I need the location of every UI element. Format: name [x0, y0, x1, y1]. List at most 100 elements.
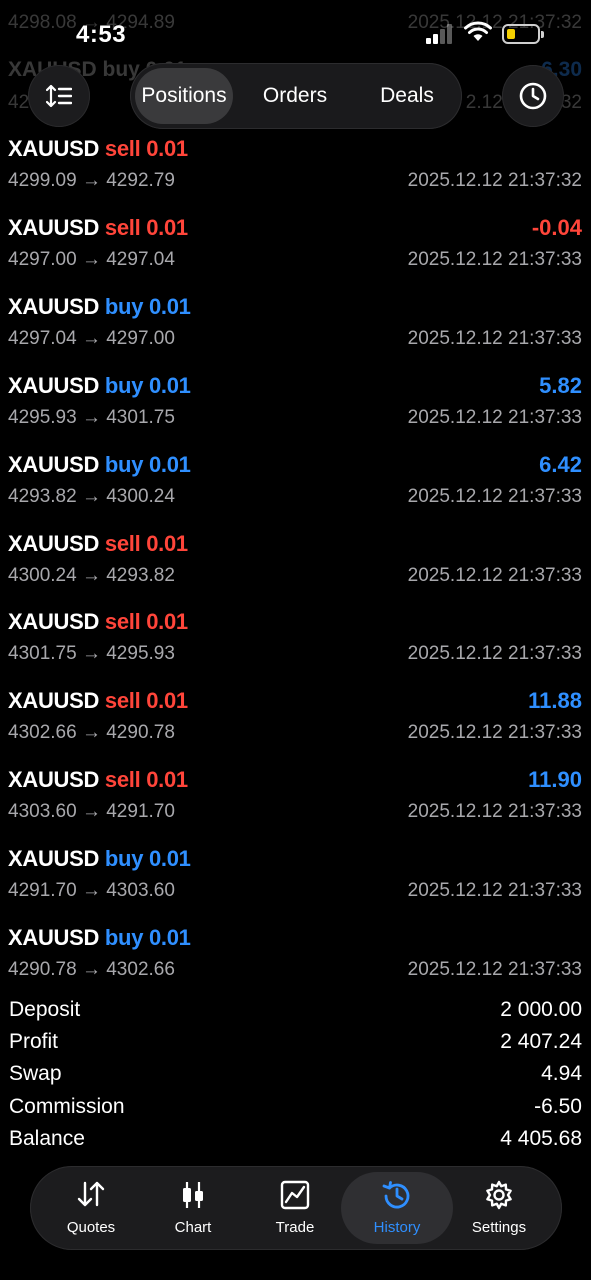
- deal-volume: 0.01: [146, 531, 188, 556]
- deal-volume: 0.01: [146, 688, 188, 713]
- deal-time: 2025.12.12 21:37:33: [407, 801, 582, 822]
- tab-label: Settings: [471, 1219, 527, 1236]
- deal-title: XAUUSD sell 0.01: [8, 215, 188, 241]
- deal-time: 2025.12.12 21:37:33: [407, 959, 582, 980]
- deal-side: buy: [104, 373, 144, 398]
- deal-volume: 0.01: [146, 609, 188, 634]
- deal-time: 2025.12.12 21:37:32: [407, 170, 582, 191]
- deal-row[interactable]: XAUUSD buy 0.01 4290.78 → 4302.66 2025.12.…: [0, 925, 591, 1004]
- tab-bar: Quotes Chart Trade History Settings: [30, 1166, 562, 1250]
- deal-profit: 5.82: [539, 373, 582, 398]
- deal-volume: 0.01: [146, 767, 188, 792]
- sort-button[interactable]: [28, 65, 90, 127]
- deal-volume: 0.01: [148, 452, 191, 477]
- deal-prices: 4297.00 → 4297.04: [8, 249, 175, 270]
- deal-symbol: XAUUSD: [8, 925, 100, 950]
- history-icon: [382, 1181, 410, 1209]
- summary-label: Profit: [9, 1030, 59, 1053]
- segment-positions[interactable]: Positions: [135, 68, 233, 124]
- summary-row-deposit: Deposit 2 000.00: [0, 998, 591, 1030]
- deal-row[interactable]: XAUUSD sell 0.01 -0.04 4297.00 → 4297.04 20…: [0, 215, 591, 294]
- gear-icon: [486, 1180, 512, 1210]
- deal-side: buy: [104, 846, 144, 871]
- cellular-signal-icon: [426, 24, 454, 44]
- summary-label: Balance: [9, 1127, 85, 1150]
- deal-profit: 11.90: [528, 767, 582, 792]
- tab-settings[interactable]: Settings: [447, 1172, 551, 1244]
- deal-prices: 4302.66 → 4290.78: [8, 722, 175, 743]
- segment-deals[interactable]: Deals: [358, 68, 456, 124]
- tab-label: Chart: [174, 1219, 212, 1236]
- deal-side: sell: [104, 531, 141, 556]
- deal-symbol: XAUUSD: [8, 688, 100, 713]
- deal-title: XAUUSD buy 0.01: [8, 846, 191, 872]
- tab-chart[interactable]: Chart: [141, 1172, 245, 1244]
- deal-title: XAUUSD buy 0.01: [8, 925, 191, 951]
- deal-title: XAUUSD buy 0.01: [8, 294, 191, 320]
- deal-row[interactable]: XAUUSD buy 0.01 6.42 4293.82 → 4300.24 2025…: [0, 452, 591, 531]
- deal-symbol: XAUUSD: [8, 452, 100, 477]
- deal-volume: 0.01: [148, 373, 191, 398]
- deal-title: XAUUSD buy 0.01: [8, 452, 191, 478]
- deal-row[interactable]: XAUUSD buy 0.01 5.82 4295.93 → 4301.75 2025…: [0, 373, 591, 452]
- deal-prices: 4291.70 → 4303.60: [8, 880, 175, 901]
- deal-row[interactable]: XAUUSD sell 0.01 4300.24 → 4293.82 2025.12…: [0, 531, 591, 610]
- deal-symbol: XAUUSD: [8, 215, 100, 240]
- deal-title: XAUUSD sell 0.01: [8, 136, 188, 162]
- deal-time: 2025.12.12 21:37:33: [407, 328, 582, 349]
- deal-row[interactable]: XAUUSD buy 0.01 4297.04 → 4297.00 2025.12.…: [0, 294, 591, 373]
- summary-value: 4.94: [541, 1062, 582, 1085]
- deal-volume: 0.01: [148, 925, 191, 950]
- tab-quotes[interactable]: Quotes: [39, 1172, 143, 1244]
- deal-symbol: XAUUSD: [8, 531, 100, 556]
- deal-prices: 4300.24 → 4293.82: [8, 565, 175, 586]
- wifi-icon: [464, 21, 492, 48]
- deal-volume: 0.01: [146, 136, 188, 161]
- clock-icon: [519, 82, 547, 110]
- deal-prices: 4293.82 → 4300.24: [8, 486, 175, 507]
- deal-side: buy: [104, 925, 144, 950]
- deal-row[interactable]: XAUUSD sell 0.01 11.88 4302.66 → 4290.78 20…: [0, 688, 591, 767]
- deal-row[interactable]: XAUUSD sell 0.01 4301.75 → 4295.93 2025.12…: [0, 609, 591, 688]
- deal-row[interactable]: XAUUSD sell 0.01 4299.09 → 4292.79 2025.12…: [0, 136, 591, 215]
- deal-title: XAUUSD sell 0.01: [8, 609, 188, 635]
- summary-row-profit: Profit 2 407.24: [0, 1030, 591, 1062]
- summary-label: Commission: [9, 1095, 125, 1118]
- deal-side: sell: [104, 136, 141, 161]
- deal-title: XAUUSD sell 0.01: [8, 688, 188, 714]
- deal-prices: 4295.93 → 4301.75: [8, 407, 175, 428]
- deal-row[interactable]: XAUUSD sell 0.01 11.90 4303.60 → 4291.70 20…: [0, 767, 591, 846]
- deal-time: 2025.12.12 21:37:33: [407, 880, 582, 901]
- summary-row-swap: Swap 4.94: [0, 1062, 591, 1094]
- deal-symbol: XAUUSD: [8, 846, 100, 871]
- deal-time: 2025.12.12 21:37:33: [407, 643, 582, 664]
- tab-label: Trade: [275, 1219, 315, 1236]
- status-time: 4:53: [76, 21, 127, 48]
- candlestick-icon: [183, 1182, 203, 1208]
- deal-volume: 0.01: [148, 294, 191, 319]
- summary-value: -6.50: [534, 1095, 582, 1118]
- deal-profit: 6.42: [539, 452, 582, 477]
- segment-orders[interactable]: Orders: [246, 68, 344, 124]
- deal-prices: 4299.09 → 4292.79: [8, 170, 175, 191]
- deal-time: 2025.12.12 21:37:33: [407, 486, 582, 507]
- summary-label: Deposit: [9, 998, 81, 1021]
- summary-row-balance: Balance 4 405.68: [0, 1127, 591, 1159]
- summary-value: 2 000.00: [500, 998, 582, 1021]
- history-segmented-control: Positions Orders Deals: [130, 63, 462, 129]
- deal-side: buy: [104, 452, 144, 477]
- deal-prices: 4290.78 → 4302.66: [8, 959, 175, 980]
- tab-label: History: [373, 1219, 421, 1236]
- tab-history[interactable]: History: [341, 1172, 453, 1244]
- deal-symbol: XAUUSD: [8, 373, 100, 398]
- period-button[interactable]: [502, 65, 564, 127]
- tab-label: Quotes: [66, 1219, 116, 1236]
- deal-prices: 4301.75 → 4295.93: [8, 643, 175, 664]
- battery-icon: [502, 24, 544, 44]
- deal-prices: 4297.04 → 4297.00: [8, 328, 175, 349]
- deal-prices: 4303.60 → 4291.70: [8, 801, 175, 822]
- deal-symbol: XAUUSD: [8, 294, 100, 319]
- quotes-icon: [77, 1181, 105, 1207]
- tab-trade[interactable]: Trade: [243, 1172, 347, 1244]
- deal-row[interactable]: XAUUSD buy 0.01 4291.70 → 4303.60 2025.12.…: [0, 846, 591, 925]
